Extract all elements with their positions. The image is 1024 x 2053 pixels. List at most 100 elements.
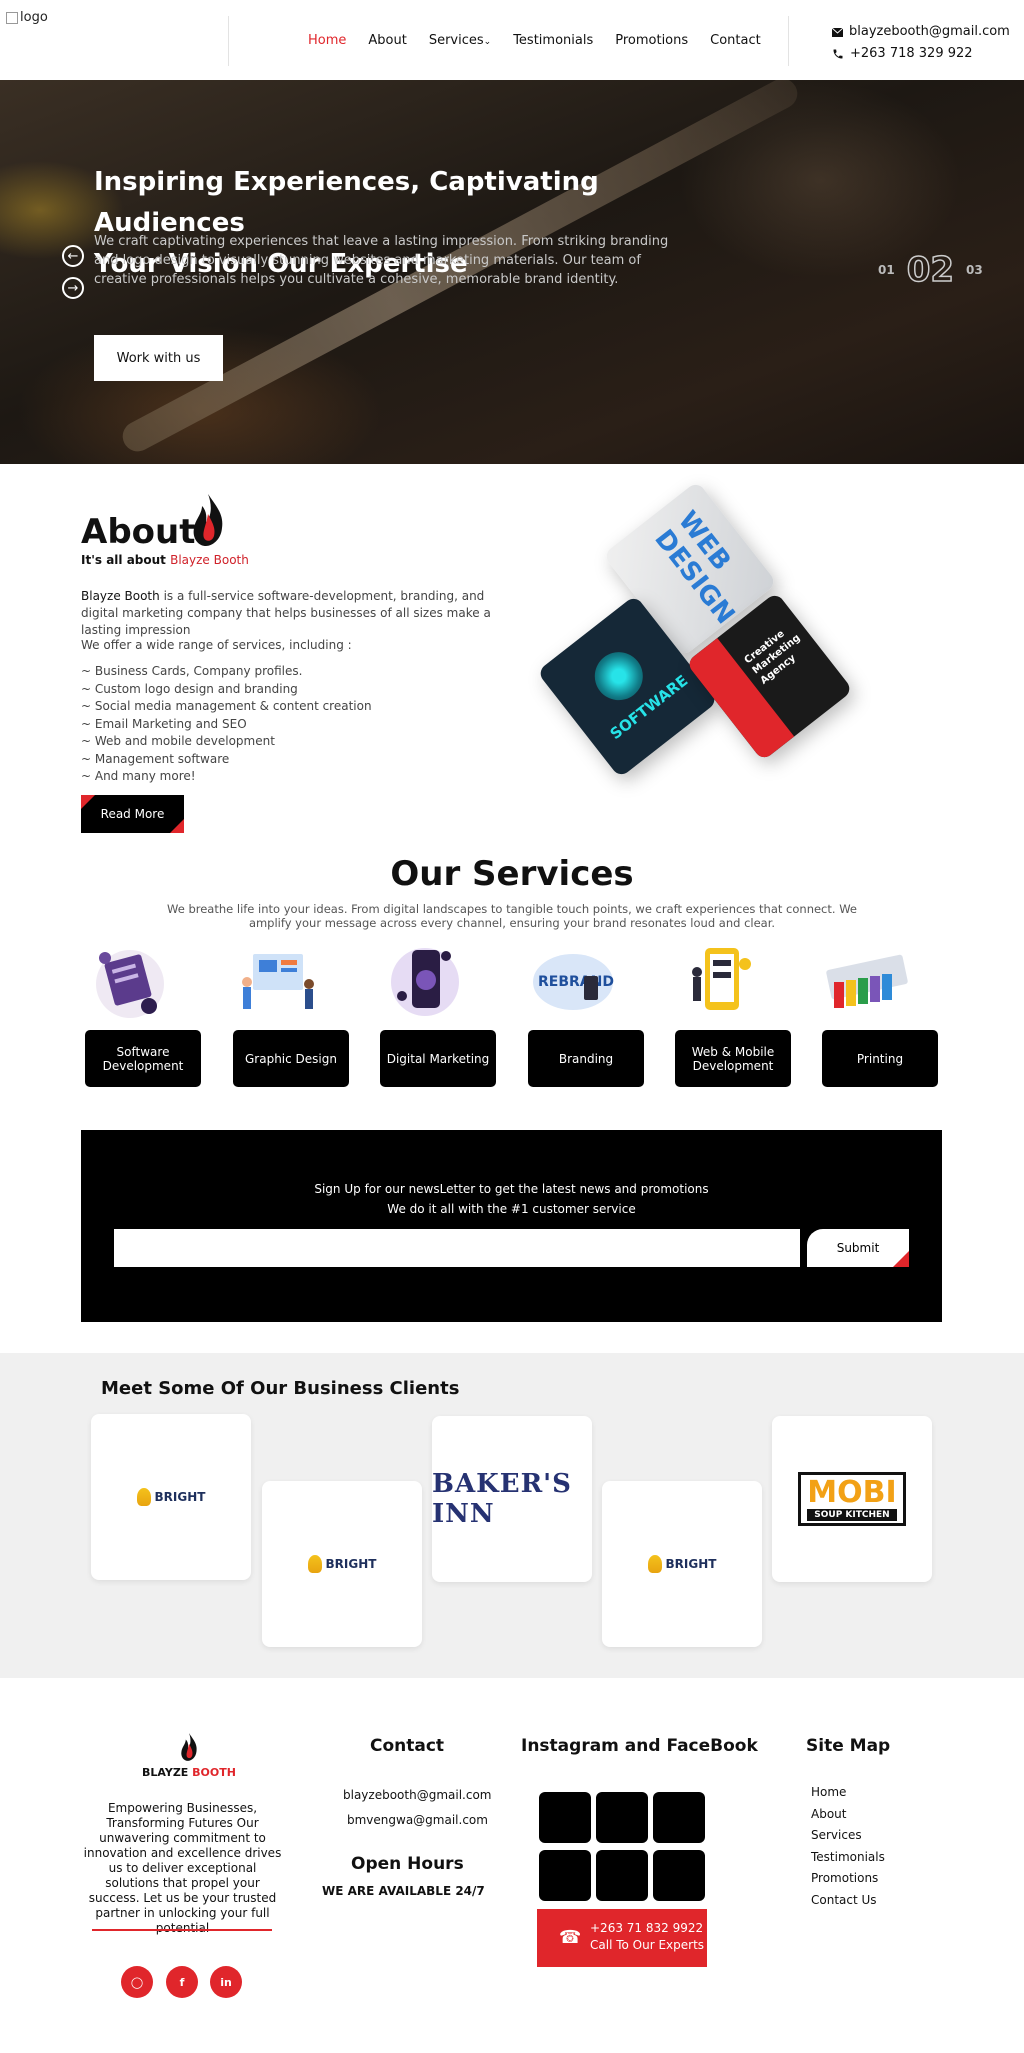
instagram-post[interactable]: [539, 1792, 591, 1843]
slide-current-number: 02: [906, 249, 955, 291]
instagram-post[interactable]: [653, 1792, 705, 1843]
client-logo-card: BAKER'S INN: [432, 1416, 592, 1582]
slide-next-number[interactable]: 03: [966, 263, 983, 277]
slide-prev-number[interactable]: 01: [878, 263, 895, 277]
bulb-icon: [647, 1555, 662, 1573]
about-title: About: [81, 512, 196, 552]
service-printing-button[interactable]: Printing: [822, 1030, 938, 1087]
newsletter-email-input[interactable]: [114, 1229, 800, 1267]
sitemap-services[interactable]: Services: [811, 1825, 885, 1847]
client-logo-card: BRIGHT: [602, 1481, 762, 1647]
service-branding-button[interactable]: Branding: [528, 1030, 644, 1087]
bright-logo: BRIGHT: [136, 1488, 206, 1506]
header-phone-text: +263 718 329 922: [850, 46, 973, 61]
flame-logo-icon: [181, 1733, 197, 1761]
linkedin-button[interactable]: in: [210, 1966, 242, 1998]
flame-logo-icon: [193, 494, 223, 546]
nav-about[interactable]: About: [368, 33, 406, 48]
list-item: ~ Management software: [81, 751, 230, 766]
sitemap-contact[interactable]: Contact Us: [811, 1890, 885, 1912]
hero-slider: Inspiring Experiences, Captivating Audie…: [0, 80, 1024, 464]
instagram-post[interactable]: [539, 1850, 591, 1901]
facebook-button[interactable]: f: [166, 1966, 198, 1998]
list-item: ~ And many more!: [81, 769, 196, 783]
footer-logo[interactable]: BLAYZE BOOTH: [142, 1732, 236, 1779]
list-item: ~ Web and mobile development: [81, 734, 275, 748]
client-logo-card: BRIGHT: [91, 1414, 251, 1580]
header-email[interactable]: blayzebooth@gmail.com: [832, 21, 1010, 43]
nav-promotions[interactable]: Promotions: [615, 33, 688, 48]
mobi-name: MOBI: [807, 1475, 897, 1510]
nav-services[interactable]: Services⌄: [429, 33, 491, 48]
service-item-web-mobile: Web & Mobile Development: [675, 942, 791, 1087]
instagram-post[interactable]: [596, 1792, 648, 1843]
sitemap-home[interactable]: Home: [811, 1782, 885, 1804]
slider-next-button[interactable]: →: [62, 277, 84, 299]
marketing-card-text: Creative Marketing Agency: [742, 628, 803, 687]
footer-brand: BLAYZE BOOTH: [142, 1766, 236, 1779]
clients-title: Meet Some Of Our Business Clients: [101, 1378, 460, 1399]
sitemap-promotions[interactable]: Promotions: [811, 1868, 885, 1890]
footer-email-2[interactable]: bmvengwa@gmail.com: [347, 1813, 488, 1827]
social-title: Instagram and FaceBook: [521, 1736, 758, 1756]
about-section: About It's all about Blayze Booth Blayze…: [0, 464, 1024, 844]
graphic-design-icon: [242, 954, 314, 1009]
newsletter-box: Sign Up for our newsLetter to get the la…: [81, 1130, 942, 1322]
instagram-button[interactable]: ◯: [121, 1966, 153, 1998]
service-item-graphic-design: Graphic Design: [233, 942, 349, 1087]
slider-prev-button[interactable]: ←: [62, 245, 84, 267]
open-hours-title: Open Hours: [351, 1854, 464, 1874]
about-desc-brand: Blayze Booth: [81, 589, 160, 603]
rebrand-text: REBRAND: [538, 974, 614, 990]
service-item-printing: Printing: [822, 942, 938, 1087]
envelope-icon: [832, 27, 843, 37]
services-title: Our Services: [390, 854, 634, 894]
nav-testimonials[interactable]: Testimonials: [513, 33, 593, 48]
work-with-us-button[interactable]: Work with us: [94, 335, 223, 381]
chevron-down-icon: ⌄: [483, 37, 492, 47]
instagram-post[interactable]: [596, 1850, 648, 1901]
instagram-icon: ◯: [130, 1975, 144, 1989]
sitemap-testimonials[interactable]: Testimonials: [811, 1847, 885, 1869]
nav-contact[interactable]: Contact: [710, 33, 761, 48]
client-name: BRIGHT: [325, 1557, 377, 1571]
header-divider: [788, 16, 789, 66]
newsletter-submit-button[interactable]: Submit: [807, 1229, 909, 1267]
footer-email-1[interactable]: blayzebooth@gmail.com: [343, 1788, 491, 1802]
nav-home[interactable]: Home: [308, 33, 346, 48]
call-experts-button[interactable]: ☎ +263 71 832 9922 Call To Our Experts: [537, 1909, 707, 1967]
instagram-post[interactable]: [653, 1850, 705, 1901]
sitemap-about[interactable]: About: [811, 1804, 885, 1826]
footer-brand-main: BLAYZE: [142, 1766, 189, 1779]
linkedin-icon: in: [220, 1975, 232, 1989]
client-name: BRIGHT: [154, 1490, 206, 1504]
bright-logo: BRIGHT: [647, 1555, 717, 1573]
header-divider: [228, 16, 229, 66]
footer-brand-accent: BOOTH: [192, 1766, 236, 1779]
service-item-branding: REBRAND Branding: [528, 942, 644, 1087]
clients-section: Meet Some Of Our Business Clients BRIGHT…: [0, 1353, 1024, 1678]
broken-image-icon: [6, 11, 18, 24]
services-section: Our Services We breathe life into your i…: [0, 844, 1024, 1130]
newsletter-section: Sign Up for our newsLetter to get the la…: [0, 1130, 1024, 1353]
branding-icon: REBRAND: [533, 954, 614, 1010]
logo[interactable]: logo: [6, 10, 48, 25]
logo-alt-text: logo: [20, 10, 48, 25]
about-services-list: ~ Business Cards, Company profiles. ~ Cu…: [81, 663, 372, 786]
call-number: +263 71 832 9922: [590, 1921, 704, 1935]
phone-call-icon: ☎: [559, 1927, 582, 1948]
slide-counter: 01 02 03: [878, 249, 983, 291]
about-offer-intro: We offer a wide range of services, inclu…: [81, 638, 352, 652]
printing-icon: [826, 954, 908, 1008]
footer-tagline: Empowering Businesses, Transforming Futu…: [83, 1801, 282, 1935]
read-more-button[interactable]: Read More: [81, 795, 184, 833]
client-name: BRIGHT: [665, 1557, 717, 1571]
about-subtitle-prefix: It's all about: [81, 553, 166, 567]
service-digital-marketing-button[interactable]: Digital Marketing: [380, 1030, 496, 1087]
header-phone[interactable]: +263 718 329 922: [832, 43, 1010, 65]
service-web-mobile-button[interactable]: Web & Mobile Development: [675, 1030, 791, 1087]
bakers-inn-logo: BAKER'S INN: [432, 1469, 572, 1529]
web-design-card-text: WEB DESIGN: [648, 505, 741, 630]
service-software-button[interactable]: Software Development: [85, 1030, 201, 1087]
service-graphic-design-button[interactable]: Graphic Design: [233, 1030, 349, 1087]
